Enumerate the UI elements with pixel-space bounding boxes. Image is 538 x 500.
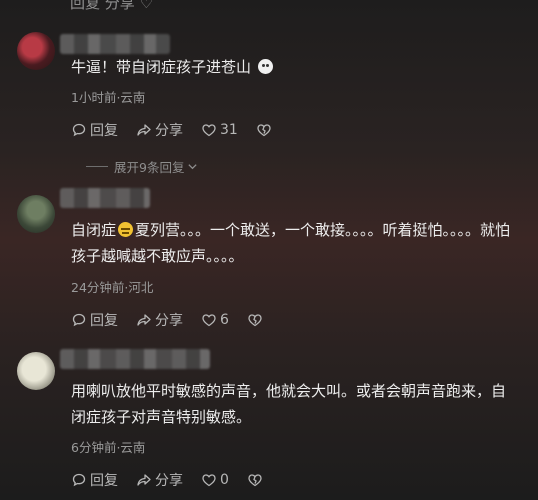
share-label: 分享 (155, 313, 183, 329)
comment-text: 自闭症 夏列营。。。一个敢送，一个敢接。。。。听着挺怕。。。。就怕孩子越喊越不敢应… (71, 217, 516, 269)
like-count: 31 (220, 122, 238, 138)
like-button[interactable]: 6 (201, 312, 229, 328)
expand-replies-button[interactable]: 展开9条回复 (86, 157, 198, 176)
share-icon (137, 124, 151, 136)
share-label: 分享 (155, 123, 183, 139)
heart-icon (202, 474, 216, 487)
username-blurred (60, 188, 150, 208)
comment-text: 用喇叭放他平时敏感的声音，他就会大叫。或者会朝声音跑来，自闭症孩子对声音特别敏感… (71, 382, 507, 426)
share-label: 分享 (155, 473, 183, 489)
heart-icon (202, 314, 216, 327)
cat-emoji-icon (257, 59, 273, 74)
chevron-down-icon (188, 164, 198, 170)
comment-meta: 1小时前·云南 (71, 90, 146, 105)
reply-label: 回复 (90, 123, 118, 139)
comment-text-body: 夏列营。。。一个敢送，一个敢接。。。。听着挺怕。。。。就怕孩子越喊越不敢应声。。… (71, 221, 511, 265)
reply-icon (72, 473, 86, 487)
avatar[interactable] (17, 195, 55, 233)
comment-actions: 回复 分享 31 (71, 120, 290, 140)
reply-label: 回复 (90, 313, 118, 329)
reply-icon (72, 313, 86, 327)
expand-divider (86, 166, 108, 167)
share-icon (137, 314, 151, 326)
dislike-icon (248, 474, 262, 487)
dislike-icon (257, 124, 271, 137)
username-blurred (60, 349, 210, 369)
share-button[interactable]: 分享 (136, 120, 183, 140)
reply-button[interactable]: 回复 (71, 470, 118, 490)
like-count: 0 (220, 472, 229, 488)
expand-label: 展开9条回复 (114, 160, 185, 175)
comment-meta: 6分钟前·云南 (71, 440, 146, 455)
comment-actions: 回复 分享 0 (71, 470, 281, 490)
dislike-button[interactable] (247, 312, 263, 328)
comment-text: 牛逼！带自闭症孩子进苍山 (71, 54, 516, 80)
like-count: 6 (220, 312, 229, 328)
dislike-button[interactable] (256, 122, 272, 138)
like-button[interactable]: 0 (201, 472, 229, 488)
avatar[interactable] (17, 352, 55, 390)
comment-actions: 回复 分享 6 (71, 310, 281, 330)
sweat-emoji-icon (118, 222, 134, 237)
dislike-icon (248, 314, 262, 327)
share-button[interactable]: 分享 (136, 310, 183, 330)
avatar[interactable] (17, 32, 55, 70)
like-button[interactable]: 31 (201, 122, 238, 138)
dislike-button[interactable] (247, 472, 263, 488)
share-icon (137, 474, 151, 486)
heart-icon (202, 124, 216, 137)
previous-comment-actions: 回复 分享 ♡ (70, 0, 153, 12)
username-blurred (60, 34, 170, 54)
reply-button[interactable]: 回复 (71, 120, 118, 140)
reply-icon (72, 123, 86, 137)
reply-button[interactable]: 回复 (71, 310, 118, 330)
reply-label: 回复 (90, 473, 118, 489)
comment-text-lead: 自闭症 (71, 221, 117, 239)
comment-meta: 24分钟前·河北 (71, 280, 154, 295)
comment-text-body: 牛逼！带自闭症孩子进苍山 (71, 58, 252, 76)
share-button[interactable]: 分享 (136, 470, 183, 490)
